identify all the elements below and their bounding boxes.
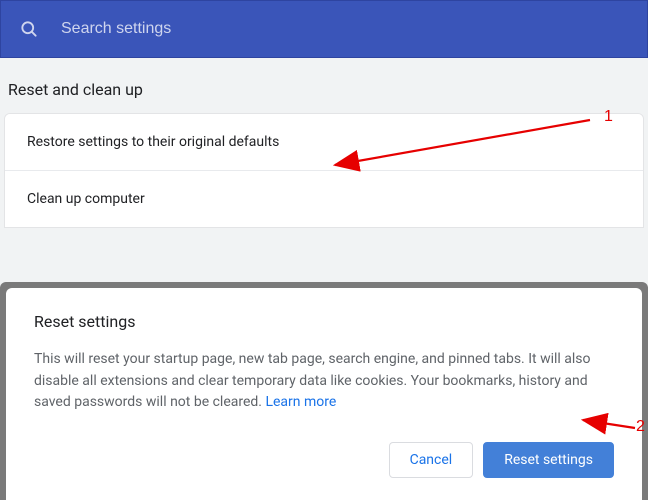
reset-settings-dialog: Reset settings This will reset your star… [6,288,642,500]
cleanup-computer-row[interactable]: Clean up computer [5,170,643,227]
annotation-label-1: 1 [604,108,613,126]
search-input[interactable] [61,20,629,38]
restore-defaults-row[interactable]: Restore settings to their original defau… [5,114,643,170]
reset-settings-button[interactable]: Reset settings [483,442,614,478]
dialog-backdrop: Reset settings This will reset your star… [0,282,648,500]
section-title: Reset and clean up [0,58,648,113]
search-icon [19,19,39,39]
settings-card: Restore settings to their original defau… [4,113,644,228]
dialog-body: This will reset your startup page, new t… [34,349,614,414]
search-bar[interactable] [0,0,648,58]
dialog-title: Reset settings [34,312,614,331]
dialog-actions: Cancel Reset settings [34,442,614,478]
cancel-button[interactable]: Cancel [389,442,474,478]
annotation-label-2: 2 [636,418,645,436]
learn-more-link[interactable]: Learn more [265,394,336,410]
